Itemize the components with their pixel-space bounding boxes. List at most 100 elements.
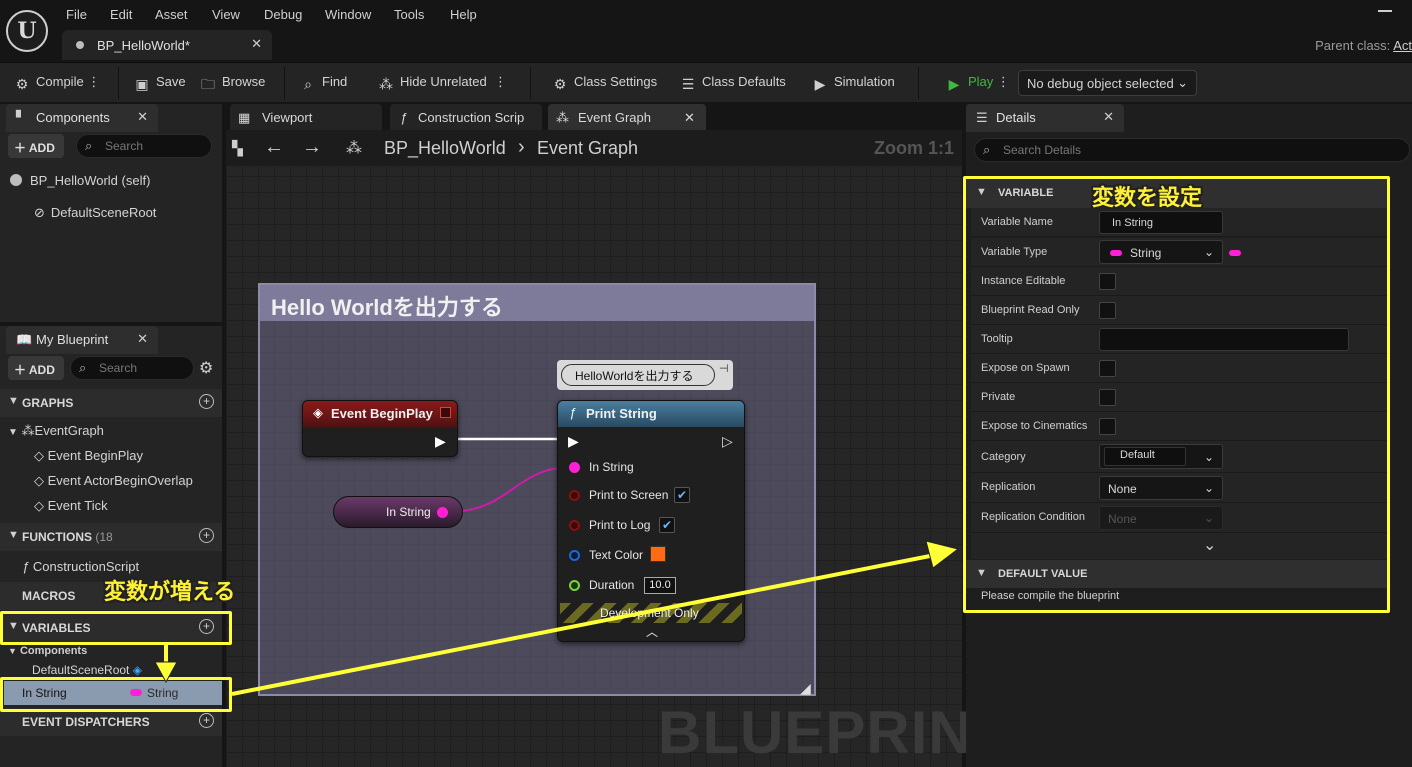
search-icon: ⌕ [85,138,93,153]
functions-header: FUNCTIONS (18 [22,530,113,544]
my-blueprint-search-input[interactable]: ⌕ Search [70,356,194,380]
default-scene-root-variable[interactable]: DefaultSceneRoot ◈ [32,663,142,677]
class-settings-button[interactable]: ⚙ Class Settings [552,74,657,92]
document-tab[interactable]: BP_HelloWorld* ✕ [62,30,272,60]
variable-details-highlight [963,176,1390,613]
component-self[interactable]: BP_HelloWorld (self) [10,173,150,188]
more-icon[interactable]: ⋮ [494,74,507,89]
details-tab[interactable]: ☰ Details ✕ [966,104,1124,132]
class-defaults-button[interactable]: ☰ Class Defaults [680,74,786,92]
struct-pin[interactable] [569,550,580,561]
unreal-logo-icon[interactable]: U [6,10,48,52]
event-item[interactable]: ◇ Event BeginPlay [34,448,143,464]
scene-component-icon: ◈ [132,663,142,677]
string-out-pin[interactable] [437,507,448,518]
add-dispatcher-icon[interactable]: + [199,713,214,728]
exec-out-pin[interactable]: ▷ [722,433,733,450]
back-arrow-icon[interactable]: ← [264,136,284,159]
event-graph-item[interactable]: ▼ ⁂EventGraph [8,423,104,439]
hide-unrelated-button[interactable]: ⁂ Hide Unrelated ⋮ [378,74,507,92]
components-add-button[interactable]: ＋ ADD [8,134,64,158]
menu-window[interactable]: Window [325,7,371,22]
chevron-down-icon: ⌄ [1177,75,1188,90]
text-color-swatch[interactable] [650,546,666,562]
folder-icon: 🗀 [201,76,215,92]
resize-handle-icon[interactable]: ◢ [800,680,811,697]
menu-view[interactable]: View [212,7,240,22]
event-graph-label: EventGraph [34,423,104,438]
more-icon[interactable]: ⋮ [87,74,100,89]
my-blueprint-add-button[interactable]: ＋ ADD [8,356,64,380]
exec-out-pin[interactable]: ▶ [435,433,446,450]
bool-pin[interactable] [569,490,580,501]
menu-debug[interactable]: Debug [264,7,302,22]
close-icon[interactable]: ✕ [251,36,262,52]
string-in-pin[interactable] [569,462,580,473]
tab-construction-label: Construction Scrip [418,110,525,125]
save-button[interactable]: ▣ Save [134,74,185,92]
menu-file[interactable]: File [66,7,87,22]
add-function-icon[interactable]: + [199,528,214,543]
event-icon: ◇ [34,498,44,513]
play-icon: ▶ [948,76,960,92]
components-group[interactable]: ▼ Components [8,645,87,657]
comment-title[interactable]: Hello Worldを出力する [260,285,814,321]
float-pin[interactable] [569,580,580,591]
debug-object-select[interactable]: No debug object selected ⌄ [1018,70,1197,96]
more-icon[interactable]: ⋮ [997,74,1010,89]
in-string-variable-node[interactable]: In String [333,496,463,528]
event-dispatchers-section[interactable]: EVENT DISPATCHERS + [0,708,222,736]
components-search-input[interactable]: ⌕ Search [76,134,212,158]
simulation-button[interactable]: ▶ Simulation [812,74,895,92]
close-icon[interactable]: ✕ [684,110,695,126]
parent-class-value[interactable]: Act [1393,38,1412,53]
menu-edit[interactable]: Edit [110,7,132,22]
add-label: ADD [28,363,55,377]
event-label: Event ActorBeginOverlap [47,473,193,488]
tab-event-graph[interactable]: ⁂ Event Graph ✕ [548,104,706,130]
macros-header: MACROS [22,589,76,603]
play-button[interactable]: ▶ Play ⋮ [946,74,1010,92]
duration-label: Duration [589,578,635,592]
print-to-log-checkbox[interactable]: ✔ [659,517,675,533]
close-icon[interactable]: ✕ [137,109,148,125]
component-default-scene-root[interactable]: ⊘ DefaultSceneRoot [34,205,156,221]
forward-arrow-icon[interactable]: → [302,136,322,159]
search-placeholder: Search [99,361,138,375]
my-blueprint-tab[interactable]: 📖 My Blueprint ✕ [6,326,158,354]
components-tab[interactable]: ▘ Components ✕ [6,104,158,132]
tab-construction-script[interactable]: ƒ Construction Scrip [390,104,542,130]
close-icon[interactable]: ✕ [137,331,148,347]
node-comment-bubble[interactable]: HelloWorldを出力する ⊣ [557,360,733,390]
construction-script-item[interactable]: ƒ ConstructionScript [22,559,139,574]
details-search-input[interactable]: ⌕ Search Details [974,138,1410,162]
bool-pin[interactable] [569,520,580,531]
add-graph-icon[interactable]: + [199,394,214,409]
functions-section[interactable]: ▼ FUNCTIONS (18 + [0,523,222,551]
close-icon[interactable]: ✕ [1103,109,1114,125]
tab-viewport-label: Viewport [262,110,313,125]
gear-icon[interactable]: ⚙ [199,358,213,378]
compile-button[interactable]: ⚙ Compile ⋮ [14,74,101,92]
scene-root-icon: ⊘ [34,205,45,220]
event-item[interactable]: ◇ Event ActorBeginOverlap [34,473,193,489]
event-item[interactable]: ◇ Event Tick [34,498,108,514]
exec-in-pin[interactable]: ▶ [568,433,579,450]
duration-input[interactable]: 10.0 [644,577,676,594]
event-beginplay-node[interactable]: Event BeginPlay ◈ ▶ [302,400,458,457]
bookmark-icon[interactable]: ▚ [232,140,243,157]
browse-button[interactable]: 🗀 Browse [200,74,265,92]
menu-help[interactable]: Help [450,7,477,22]
search-icon: ⌕ [983,142,991,157]
menu-asset[interactable]: Asset [155,7,188,22]
graphs-section[interactable]: ▼ GRAPHS + [0,389,222,417]
chevron-up-icon[interactable]: ︿ [646,623,658,640]
minimize-icon[interactable] [1378,10,1392,12]
tab-viewport[interactable]: ▦ Viewport [230,104,382,130]
pin-icon[interactable]: ⊣ [719,362,729,375]
find-button[interactable]: ⌕ Find [300,74,347,92]
menu-tools[interactable]: Tools [394,7,424,22]
print-to-screen-checkbox[interactable]: ✔ [674,487,690,503]
print-string-node[interactable]: Print String ƒ ▶ ▷ In String Print to Sc… [557,400,745,642]
breadcrumb-blueprint[interactable]: BP_HelloWorld [384,138,506,159]
